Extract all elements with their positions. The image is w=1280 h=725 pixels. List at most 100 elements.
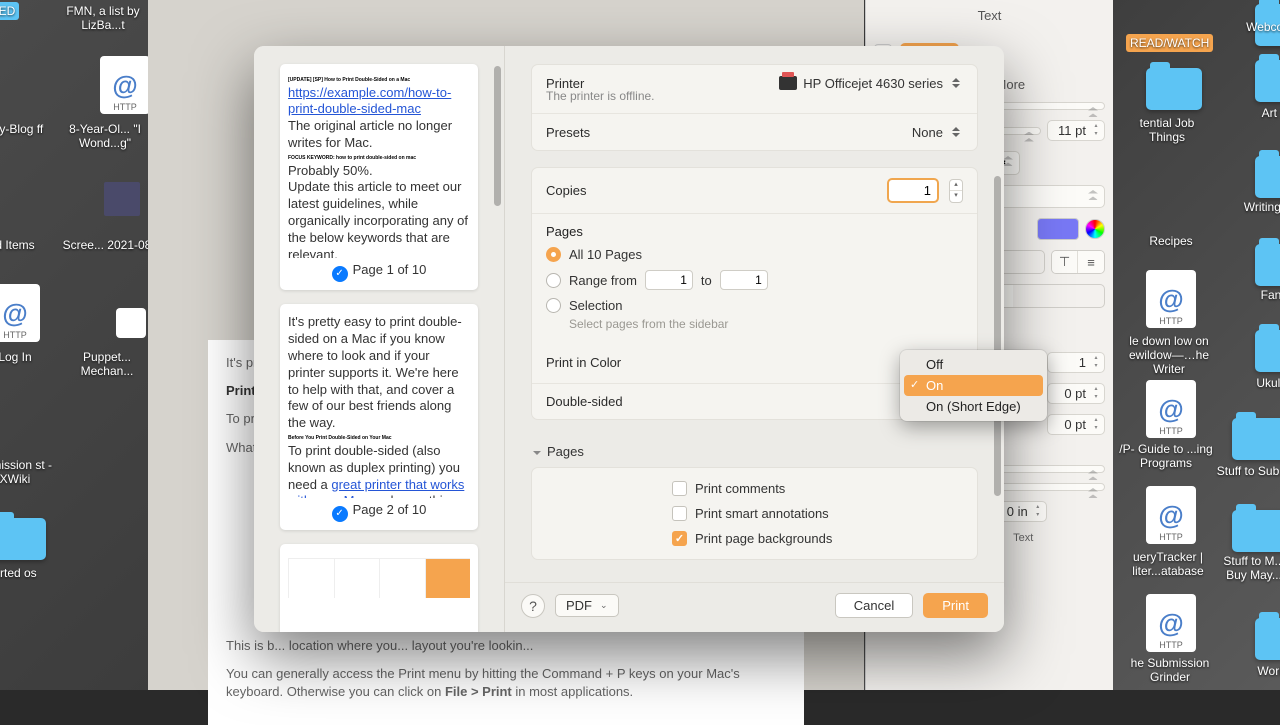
label-grinder: he Submission Grinder	[1116, 656, 1224, 684]
presets-label: Presets	[546, 125, 590, 140]
spacing-1[interactable]: 1▴▾	[1047, 352, 1105, 373]
pages-label: Pages	[532, 214, 977, 243]
folder-uku[interactable]	[1255, 330, 1280, 372]
page-thumb-3[interactable]	[280, 544, 478, 632]
webloc-grinder[interactable]: HTTP	[1146, 594, 1196, 652]
label-essay: say-Blog ff	[0, 122, 60, 136]
label-art: Art Stu...	[1240, 106, 1280, 120]
folder-stuffsub[interactable]	[1232, 418, 1280, 460]
check-backgrounds[interactable]: Print page backgrounds	[532, 526, 977, 551]
print-settings-pane: Printer HP Officejet 4630 series The pri…	[504, 46, 1004, 632]
double-sided-menu: Off ✓On On (Short Edge)	[900, 350, 1047, 421]
page-thumb-1[interactable]: [UPDATE] [SP] How to Print Double-Sided …	[280, 64, 478, 290]
menu-item-off[interactable]: Off	[904, 354, 1043, 375]
help-button[interactable]: ?	[521, 594, 545, 618]
radio-all-pages[interactable]: All 10 Pages	[532, 243, 977, 266]
label-writing: Writing S...	[1228, 200, 1280, 214]
folder-jobs[interactable]	[1146, 68, 1202, 110]
thumb-scrollbar[interactable]	[494, 66, 501, 206]
print-dialog: [UPDATE] [SP] How to Print Double-Sided …	[254, 46, 1004, 632]
copies-stepper[interactable]: ▴▾	[949, 179, 963, 203]
check-icon: ✓	[332, 506, 348, 522]
folder-fanfic[interactable]	[1255, 244, 1280, 286]
spacing-3[interactable]: 0 pt▴▾	[1047, 414, 1105, 435]
label-downlow: le down low on ewildow—…he Writer	[1114, 334, 1224, 376]
copies-input[interactable]	[887, 178, 939, 203]
thumbnail-sidebar: [UPDATE] [SP] How to Print Double-Sided …	[254, 46, 504, 632]
label-uku: Ukulele ...	[1238, 376, 1280, 390]
radio-selection[interactable]: Selection	[532, 294, 977, 317]
doc-puppet[interactable]	[116, 308, 146, 338]
webloc-yp[interactable]: HTTP	[1146, 380, 1196, 438]
folder-art[interactable]	[1255, 60, 1280, 102]
label-stuffsub: Stuff to Sub...	[1208, 464, 1280, 478]
lab-text: Text	[1013, 532, 1033, 544]
page-thumb-2[interactable]: It's pretty easy to print double-sided o…	[280, 304, 478, 530]
radio-range[interactable]: Range from to	[532, 266, 977, 294]
chevron-down-icon: ⌄	[600, 600, 608, 611]
folder-sorted[interactable]	[0, 518, 46, 560]
pages-options-card: Print comments Print smart annotations P…	[531, 467, 978, 560]
label-screen: Scree... 2021-08	[62, 238, 152, 252]
label-jobs: tential Job Things	[1122, 116, 1212, 144]
printer-icon	[779, 76, 797, 90]
font-size-field[interactable]: 11 pt▴▾	[1047, 120, 1105, 141]
folder-readwatch[interactable]: READ/WATCH	[1126, 34, 1213, 52]
webloc-downlow[interactable]: HTTP	[1146, 270, 1196, 328]
double-sided-label: Double-sided	[546, 394, 623, 409]
print-button[interactable]: Print	[923, 593, 988, 618]
webloc-query[interactable]: HTTP	[1146, 486, 1196, 544]
disclosure-pages[interactable]: Pages	[531, 436, 978, 467]
label-yp: /P- Guide to ...ing Programs	[1116, 442, 1216, 470]
label-workou: Workou...	[1238, 664, 1280, 678]
chevrons-icon	[949, 124, 963, 140]
selection-subtext: Select pages from the sidebar	[532, 317, 977, 341]
inspector-tab-text[interactable]: Text	[874, 8, 1105, 27]
check-comments[interactable]: Print comments	[532, 476, 977, 501]
label-recipes: Recipes	[1126, 234, 1216, 248]
color-label: Print in Color	[546, 355, 621, 370]
folder-workou[interactable]	[1255, 618, 1280, 660]
range-to-input[interactable]	[720, 270, 768, 290]
label-8year: 8-Year-Ol... "I Wond...g"	[60, 122, 150, 150]
dialog-button-row: ? PDF⌄ Cancel Print	[505, 582, 1004, 632]
radio-icon	[546, 247, 561, 262]
label-puppet: Puppet... Mechan...	[62, 350, 152, 378]
pdf-button[interactable]: PDF⌄	[555, 594, 619, 617]
printer-select[interactable]: HP Officejet 4630 series	[779, 75, 963, 91]
menu-item-on[interactable]: ✓On	[904, 375, 1043, 396]
thumb-2-label: Page 2 of 10	[353, 502, 427, 517]
range-from-input[interactable]	[645, 270, 693, 290]
folder-writing[interactable]	[1255, 156, 1280, 198]
label-fanfic: Fanficti...	[1240, 288, 1280, 302]
folder-arried[interactable]: ARRIED	[0, 2, 19, 20]
folder-stuffm[interactable]	[1232, 510, 1280, 552]
webloc-8year[interactable]: HTTP	[100, 56, 150, 114]
radio-icon	[546, 273, 561, 288]
text-color-well[interactable]	[1037, 218, 1079, 240]
settings-scrollbar[interactable]	[994, 176, 1001, 496]
webloc-login[interactable]: HTTP	[0, 284, 40, 342]
printer-offline: The printer is offline.	[546, 85, 655, 103]
spacing-2[interactable]: 0 pt▴▾	[1047, 383, 1105, 404]
chevrons-icon	[949, 75, 963, 91]
radio-icon	[546, 298, 561, 313]
thumb-screen[interactable]	[104, 182, 140, 216]
label-fmn[interactable]: FMN, a list by LizBa...t	[58, 4, 148, 32]
color-picker-icon[interactable]	[1085, 219, 1105, 239]
menu-item-on-short[interactable]: On (Short Edge)	[904, 396, 1043, 417]
check-annotations[interactable]: Print smart annotations	[532, 501, 977, 526]
valign-segment[interactable]: ⊤≡	[1051, 250, 1105, 274]
check-icon: ✓	[332, 266, 348, 282]
label-webcon: Webcon...	[1228, 20, 1280, 34]
label-login: Log In	[0, 350, 60, 364]
label-items: d Items	[0, 238, 60, 252]
copies-label: Copies	[546, 183, 586, 198]
label-submission: ubmission st - XWiki	[0, 458, 60, 486]
label-query: ueryTracker | liter...atabase	[1116, 550, 1220, 578]
cancel-button[interactable]: Cancel	[835, 593, 913, 618]
presets-select[interactable]: None	[912, 124, 963, 140]
label-stuffm: Stuff to M... Buy May...	[1214, 554, 1280, 582]
thumb-1-label: Page 1 of 10	[353, 262, 427, 277]
label-orted: orted os	[0, 566, 60, 580]
